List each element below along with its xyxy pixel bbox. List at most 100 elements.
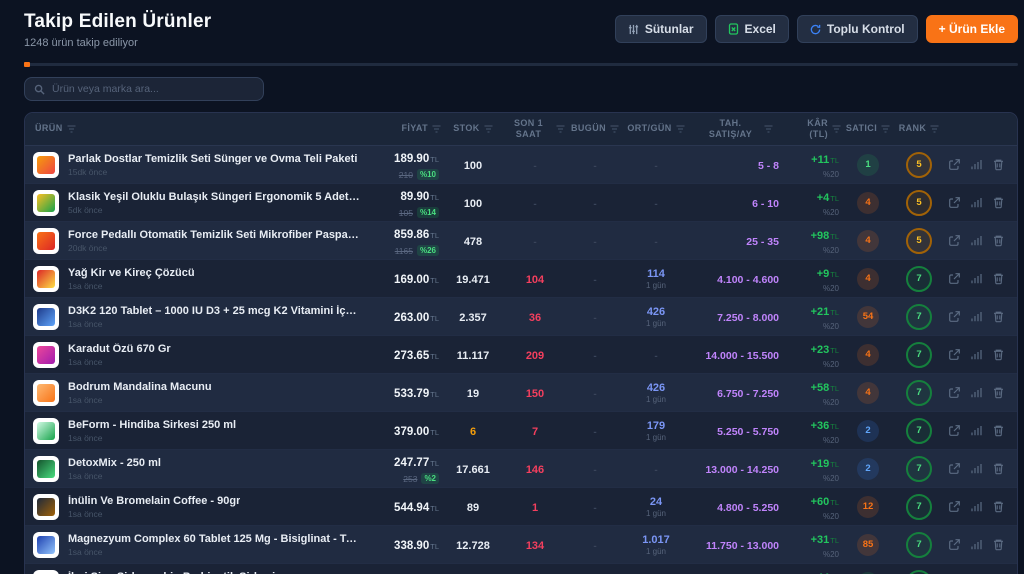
column-header-rank[interactable]: RANK	[893, 123, 945, 134]
stats-chart-icon[interactable]	[970, 348, 983, 361]
sellers-count-badge[interactable]: 85	[857, 534, 879, 556]
product-cell[interactable]: İnülin Ve Bromelain Coffee - 90gr 1sa ön…	[25, 494, 361, 520]
open-external-icon[interactable]	[948, 348, 961, 361]
sellers-count-badge[interactable]: 1	[857, 154, 879, 176]
open-external-icon[interactable]	[948, 234, 961, 247]
sellers-count-badge[interactable]: 4	[857, 268, 879, 290]
table-row[interactable]: Parlak Dostlar Temizlik Seti Sünger ve O…	[25, 146, 1017, 184]
column-header-fiyat[interactable]: FİYAT	[361, 123, 443, 134]
sellers-count-badge[interactable]: 4	[857, 230, 879, 252]
product-name[interactable]: İbni Sina Sirkengebin Prebiyotik Sirkesi	[68, 571, 275, 574]
product-name[interactable]: Klasik Yeşil Oluklu Bulaşık Süngeri Ergo…	[68, 191, 361, 203]
scroll-progress-track[interactable]	[24, 63, 1018, 66]
rank-badge[interactable]: 7	[906, 380, 932, 406]
column-header-kar-tl[interactable]: KÂR (TL)	[785, 118, 843, 141]
stats-chart-icon[interactable]	[970, 386, 983, 399]
rank-badge[interactable]: 7	[906, 456, 932, 482]
column-header-bugun[interactable]: BUGÜN	[567, 123, 623, 134]
table-row[interactable]: BeForm - Hindiba Sirkesi 250 ml 1sa önce…	[25, 412, 1017, 450]
stats-chart-icon[interactable]	[970, 500, 983, 513]
delete-trash-icon[interactable]	[992, 158, 1005, 171]
delete-trash-icon[interactable]	[992, 348, 1005, 361]
table-row[interactable]: Karadut Özü 670 Gr 1sa önce 273.65TL 11.…	[25, 336, 1017, 374]
open-external-icon[interactable]	[948, 538, 961, 551]
rank-badge[interactable]: 5	[906, 152, 932, 178]
product-cell[interactable]: Magnezyum Complex 60 Tablet 125 Mg - Bis…	[25, 532, 361, 558]
product-name[interactable]: BeForm - Hindiba Sirkesi 250 ml	[68, 419, 236, 431]
delete-trash-icon[interactable]	[992, 424, 1005, 437]
delete-trash-icon[interactable]	[992, 500, 1005, 513]
rank-badge[interactable]: 7	[906, 494, 932, 520]
table-row[interactable]: Bodrum Mandalina Macunu 1sa önce 533.79T…	[25, 374, 1017, 412]
delete-trash-icon[interactable]	[992, 386, 1005, 399]
stats-chart-icon[interactable]	[970, 462, 983, 475]
sellers-count-badge[interactable]: 4	[857, 344, 879, 366]
rank-badge[interactable]: 7	[906, 342, 932, 368]
open-external-icon[interactable]	[948, 310, 961, 323]
sellers-count-badge[interactable]: 54	[857, 306, 879, 328]
open-external-icon[interactable]	[948, 386, 961, 399]
product-name[interactable]: Magnezyum Complex 60 Tablet 125 Mg - Bis…	[68, 533, 361, 545]
sellers-count-badge[interactable]: 2	[857, 458, 879, 480]
delete-trash-icon[interactable]	[992, 272, 1005, 285]
sellers-count-badge[interactable]: 4	[857, 192, 879, 214]
column-header-satici[interactable]: SATICI	[843, 123, 893, 134]
rank-badge[interactable]: 5	[906, 228, 932, 254]
table-row[interactable]: İnülin Ve Bromelain Coffee - 90gr 1sa ön…	[25, 488, 1017, 526]
product-name[interactable]: D3K2 120 Tablet – 1000 IU D3 + 25 mcg K2…	[68, 305, 361, 317]
column-header-son-1-saat[interactable]: SON 1 SAAT	[503, 118, 567, 141]
rank-badge[interactable]: 7	[906, 570, 932, 574]
stats-chart-icon[interactable]	[970, 196, 983, 209]
rank-badge[interactable]: 7	[906, 304, 932, 330]
delete-trash-icon[interactable]	[992, 310, 1005, 323]
stats-chart-icon[interactable]	[970, 272, 983, 285]
rank-badge[interactable]: 7	[906, 266, 932, 292]
product-cell[interactable]: Force Pedallı Otomatik Temizlik Seti Mik…	[25, 228, 361, 254]
excel-button[interactable]: Excel	[715, 15, 789, 43]
stats-chart-icon[interactable]	[970, 310, 983, 323]
product-name[interactable]: Parlak Dostlar Temizlik Seti Sünger ve O…	[68, 153, 357, 165]
stats-chart-icon[interactable]	[970, 424, 983, 437]
product-cell[interactable]: Bodrum Mandalina Macunu 1sa önce	[25, 380, 361, 406]
table-row[interactable]: DetoxMix - 250 ml 1sa önce 247.77TL 253 …	[25, 450, 1017, 488]
search-input[interactable]	[52, 83, 254, 95]
product-name[interactable]: DetoxMix - 250 ml	[68, 457, 161, 469]
open-external-icon[interactable]	[948, 500, 961, 513]
product-name[interactable]: Bodrum Mandalina Macunu	[68, 381, 212, 393]
table-row[interactable]: Yağ Kir ve Kireç Çözücü 1sa önce 169.00T…	[25, 260, 1017, 298]
open-external-icon[interactable]	[948, 462, 961, 475]
stats-chart-icon[interactable]	[970, 234, 983, 247]
table-row[interactable]: İbni Sina Sirkengebin Prebiyotik Sirkesi…	[25, 564, 1017, 574]
open-external-icon[interactable]	[948, 196, 961, 209]
product-cell[interactable]: DetoxMix - 250 ml 1sa önce	[25, 456, 361, 482]
open-external-icon[interactable]	[948, 272, 961, 285]
rank-badge[interactable]: 7	[906, 418, 932, 444]
product-cell[interactable]: Parlak Dostlar Temizlik Seti Sünger ve O…	[25, 152, 361, 178]
stats-chart-icon[interactable]	[970, 538, 983, 551]
sellers-count-badge[interactable]: 2	[857, 420, 879, 442]
open-external-icon[interactable]	[948, 424, 961, 437]
columns-button[interactable]: Sütunlar	[615, 15, 707, 43]
delete-trash-icon[interactable]	[992, 234, 1005, 247]
scroll-progress-thumb[interactable]	[24, 62, 30, 67]
product-cell[interactable]: D3K2 120 Tablet – 1000 IU D3 + 25 mcg K2…	[25, 304, 361, 330]
column-header-stok[interactable]: STOK	[443, 123, 503, 134]
product-name[interactable]: Yağ Kir ve Kireç Çözücü	[68, 267, 195, 279]
product-name[interactable]: İnülin Ve Bromelain Coffee - 90gr	[68, 495, 240, 507]
table-row[interactable]: D3K2 120 Tablet – 1000 IU D3 + 25 mcg K2…	[25, 298, 1017, 336]
sellers-count-badge[interactable]: 4	[857, 382, 879, 404]
delete-trash-icon[interactable]	[992, 462, 1005, 475]
rank-badge[interactable]: 5	[906, 190, 932, 216]
table-row[interactable]: Force Pedallı Otomatik Temizlik Seti Mik…	[25, 222, 1017, 260]
stats-chart-icon[interactable]	[970, 158, 983, 171]
product-name[interactable]: Force Pedallı Otomatik Temizlik Seti Mik…	[68, 229, 361, 241]
table-row[interactable]: Magnezyum Complex 60 Tablet 125 Mg - Bis…	[25, 526, 1017, 564]
product-cell[interactable]: İbni Sina Sirkengebin Prebiyotik Sirkesi…	[25, 570, 361, 574]
product-name[interactable]: Karadut Özü 670 Gr	[68, 343, 171, 355]
table-row[interactable]: Klasik Yeşil Oluklu Bulaşık Süngeri Ergo…	[25, 184, 1017, 222]
bulk-check-button[interactable]: Toplu Kontrol	[797, 15, 918, 43]
open-external-icon[interactable]	[948, 158, 961, 171]
product-cell[interactable]: Yağ Kir ve Kireç Çözücü 1sa önce	[25, 266, 361, 292]
column-header-tah-satis-ay[interactable]: TAH. SATIŞ/AY	[689, 118, 785, 141]
delete-trash-icon[interactable]	[992, 196, 1005, 209]
